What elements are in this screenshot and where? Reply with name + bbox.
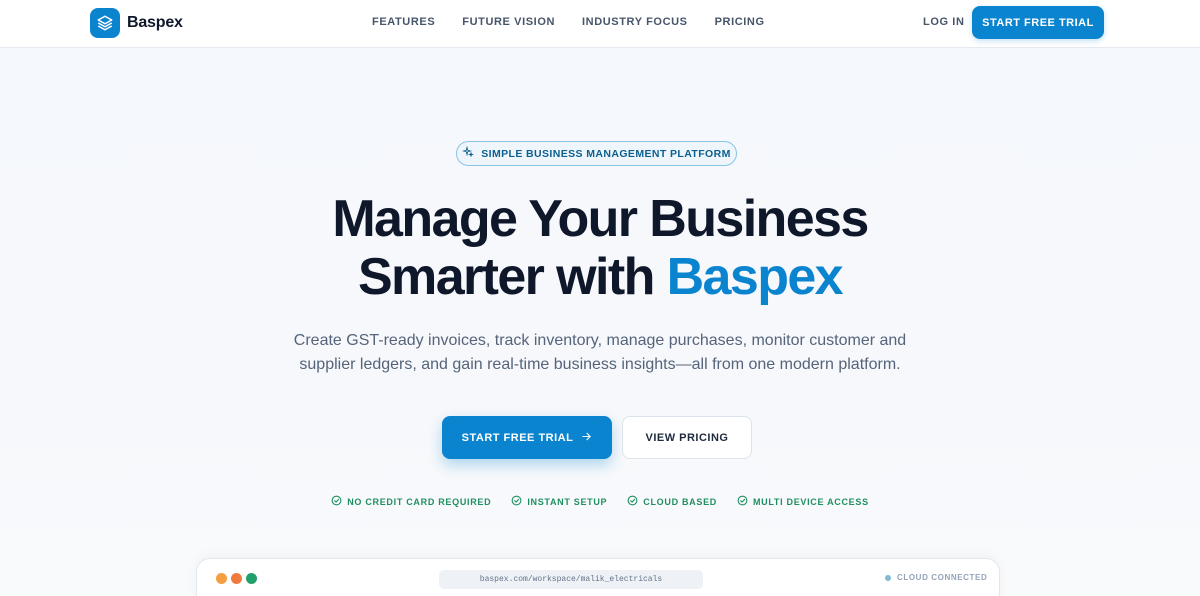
platform-badge: SIMPLE BUSINESS MANAGEMENT PLATFORM	[456, 141, 737, 166]
view-pricing-button[interactable]: VIEW PRICING	[622, 416, 752, 459]
nav-link-pricing[interactable]: PRICING	[715, 16, 765, 28]
top-nav: Baspex FEATURES FUTURE VISION INDUSTRY F…	[0, 0, 1200, 48]
nav-link-features[interactable]: FEATURES	[372, 16, 435, 28]
headline-line-1: Manage Your Business	[332, 190, 869, 248]
feature-item: MULTI DEVICE ACCESS	[737, 493, 869, 511]
logo[interactable]: Baspex	[90, 8, 183, 38]
feature-label: MULTI DEVICE ACCESS	[752, 497, 869, 507]
feature-list: NO CREDIT CARD REQUIRED INSTANT SETUP CL…	[0, 493, 1200, 511]
login-link[interactable]: LOG IN	[923, 16, 965, 28]
feature-label: NO CREDIT CARD REQUIRED	[347, 497, 492, 507]
arrow-right-icon	[581, 431, 592, 445]
nav-link-industry-focus[interactable]: INDUSTRY FOCUS	[582, 16, 688, 28]
check-circle-icon	[737, 493, 748, 511]
window-dot	[216, 573, 227, 584]
status-dot-icon	[885, 574, 891, 581]
sparkle-icon	[462, 145, 475, 163]
nav-start-trial-button[interactable]: START FREE TRIAL	[972, 6, 1104, 39]
feature-item: CLOUD BASED	[627, 493, 717, 511]
feature-item: NO CREDIT CARD REQUIRED	[331, 493, 491, 511]
layers-icon	[90, 8, 120, 38]
status-label: CLOUD CONNECTED	[897, 573, 988, 582]
window-dot	[246, 573, 257, 584]
feature-item: INSTANT SETUP	[511, 493, 607, 511]
nav-link-future-vision[interactable]: FUTURE VISION	[462, 16, 555, 28]
hero-headline: Manage Your Business Smarter with Baspex	[0, 190, 1200, 306]
window-dot	[231, 573, 242, 584]
badge-label: SIMPLE BUSINESS MANAGEMENT PLATFORM	[481, 147, 731, 160]
feature-label: INSTANT SETUP	[527, 497, 608, 507]
preview-url-bar: baspex.com/workspace/malik_electricals	[439, 570, 703, 589]
hero-section	[0, 48, 1200, 596]
hero-subheadline: Create GST-ready invoices, track invento…	[293, 332, 907, 373]
headline-line-2-prefix: Smarter with	[357, 248, 655, 306]
check-circle-icon	[627, 493, 638, 511]
check-circle-icon	[511, 493, 522, 511]
app-preview-window: baspex.com/workspace/malik_electricals C…	[196, 558, 1000, 596]
hero-start-trial-label: START FREE TRIAL	[461, 431, 574, 444]
hero-start-trial-button[interactable]: START FREE TRIAL	[442, 416, 612, 459]
connection-status: CLOUD CONNECTED	[885, 573, 987, 582]
headline-brand-accent: Baspex	[666, 248, 844, 306]
check-circle-icon	[331, 493, 342, 511]
nav-links: FEATURES FUTURE VISION INDUSTRY FOCUS PR…	[372, 16, 792, 28]
feature-label: CLOUD BASED	[643, 497, 717, 507]
brand-name: Baspex	[127, 14, 183, 31]
